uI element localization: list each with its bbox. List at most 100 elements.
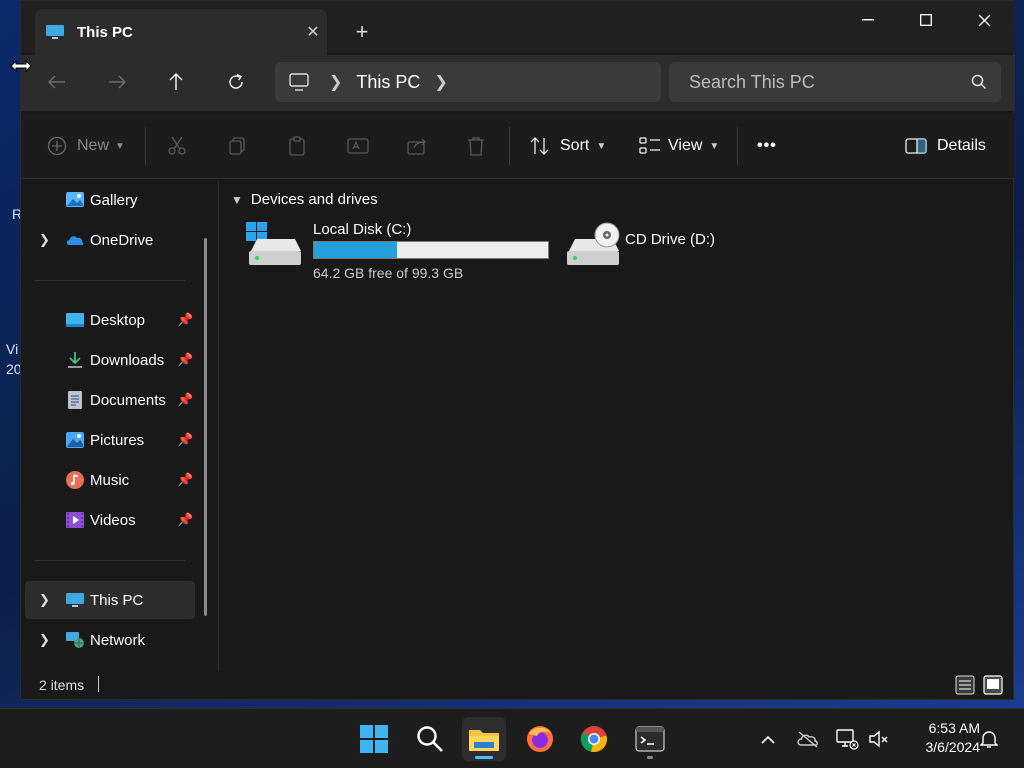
nav-item-pictures[interactable]: Pictures 📌 [25,421,195,459]
cut-button[interactable] [167,131,187,161]
status-bar: 2 items [21,667,1015,701]
chevron-down-icon: ▼ [115,140,125,152]
taskbar-chrome[interactable] [572,717,616,761]
active-indicator [475,756,493,759]
resize-cursor-icon [10,59,32,73]
terminal-icon [635,726,665,752]
tray-volume[interactable] [866,726,892,752]
close-button[interactable] [955,1,1013,39]
nav-item-label: Gallery [90,191,138,209]
group-header-devices-and-drives[interactable]: ▼ Devices and drives [231,191,378,208]
nav-item-downloads[interactable]: Downloads 📌 [25,341,195,379]
chevron-right-icon[interactable]: ❯ [39,232,50,248]
delete-button[interactable] [467,131,485,161]
nav-item-desktop[interactable]: Desktop 📌 [25,301,195,339]
bell-icon [980,731,998,748]
pictures-icon [66,432,84,448]
details-button[interactable]: Details [905,131,986,161]
taskbar-firefox[interactable] [518,717,562,761]
tab-this-pc[interactable]: This PC ✕ [35,9,327,55]
new-tab-button[interactable]: + [349,19,375,45]
nav-item-music[interactable]: Music 📌 [25,461,195,499]
pin-icon[interactable]: 📌 [177,352,193,368]
arrow-left-icon [48,75,65,89]
show-hidden-icons-button[interactable] [755,726,781,752]
drive-name: Local Disk (C:) [313,221,412,238]
tray-network[interactable] [834,726,860,752]
details-pane-icon [905,138,927,154]
drive-name: CD Drive (D:) [625,231,715,248]
copy-button[interactable] [227,131,247,161]
refresh-button[interactable] [216,65,256,99]
details-view-icon[interactable] [955,675,975,695]
clock-time: 6:53 AM [928,720,980,736]
clock[interactable]: 6:53 AM 3/6/2024 [900,719,981,757]
pin-icon[interactable]: 📌 [177,472,193,488]
pin-icon[interactable]: 📌 [177,392,193,408]
chevron-right-icon: ❯ [329,74,343,91]
nav-item-network[interactable]: ❯ Network [25,621,195,659]
close-icon [978,14,990,26]
music-icon [66,471,84,489]
close-tab-icon[interactable]: ✕ [299,19,327,45]
taskbar-terminal[interactable] [628,717,672,761]
this-pc-icon [46,25,64,39]
maximize-icon [920,14,932,26]
navigation-pane: Gallery ❯ OneDrive Desktop 📌 Downloads 📌… [21,181,218,666]
see-more-button[interactable]: ••• [757,131,777,161]
start-button[interactable] [352,717,396,761]
chrome-icon [580,726,607,753]
sort-button[interactable]: Sort ▼ [529,131,606,161]
chevron-right-icon[interactable]: ❯ [39,592,50,608]
forward-button[interactable] [97,65,137,99]
search-icon[interactable] [971,74,987,90]
taskbar-search-button[interactable] [408,717,452,761]
maximize-button[interactable] [897,1,955,39]
divider [737,127,738,165]
nav-item-documents[interactable]: Documents 📌 [25,381,195,419]
chevron-right-icon[interactable]: ❯ [39,632,50,648]
share-button[interactable] [407,131,427,161]
view-icon [639,137,660,154]
view-button[interactable]: View ▼ [639,131,719,161]
back-button[interactable] [37,65,77,99]
volume-muted-icon [869,730,888,748]
large-icons-view-icon[interactable] [983,675,1003,695]
breadcrumb-this-pc[interactable]: This PC [356,72,420,93]
divider [35,560,185,561]
chevron-right-icon[interactable]: ❯ [434,72,447,92]
nav-item-onedrive[interactable]: ❯ OneDrive [25,221,195,259]
running-indicator [647,756,653,759]
nav-item-label: Network [90,631,146,649]
taskbar-file-explorer[interactable] [462,717,506,761]
tray-onedrive[interactable] [795,726,821,752]
nav-item-this-pc[interactable]: ❯ This PC [25,581,195,619]
onedrive-icon [66,236,84,245]
copy-icon [229,137,245,155]
paste-button[interactable] [287,131,307,161]
nav-item-label: OneDrive [90,231,154,249]
divider [98,676,99,692]
pin-icon[interactable]: 📌 [177,512,193,528]
pin-icon[interactable]: 📌 [177,432,193,448]
pin-icon[interactable]: 📌 [177,312,193,328]
drive-local-disk-c[interactable]: Local Disk (C:) 64.2 GB free of 99.3 GB [245,221,549,281]
nav-item-gallery[interactable]: Gallery [25,181,195,219]
drive-usage-fill [314,242,397,258]
search-input[interactable] [669,62,959,102]
rename-button[interactable] [347,131,369,161]
address-box[interactable]: ❯ This PC ❯ [275,62,661,102]
notifications-button[interactable] [976,726,1002,752]
drive-cd-d[interactable]: CD Drive (D:) [563,221,715,271]
new-button[interactable]: New ▼ [47,131,125,161]
nav-scrollbar[interactable] [204,238,207,616]
videos-icon [66,512,84,528]
nav-item-videos[interactable]: Videos 📌 [25,501,195,539]
divider [35,280,185,281]
drive-free-space: 64.2 GB free of 99.3 GB [313,265,464,281]
minimize-button[interactable] [839,1,897,39]
view-label: View [668,137,703,154]
file-list-area: ▼ Devices and drives Local Disk (C:) 64.… [219,181,1015,666]
monitor-icon [289,73,309,91]
up-button[interactable] [156,65,196,99]
